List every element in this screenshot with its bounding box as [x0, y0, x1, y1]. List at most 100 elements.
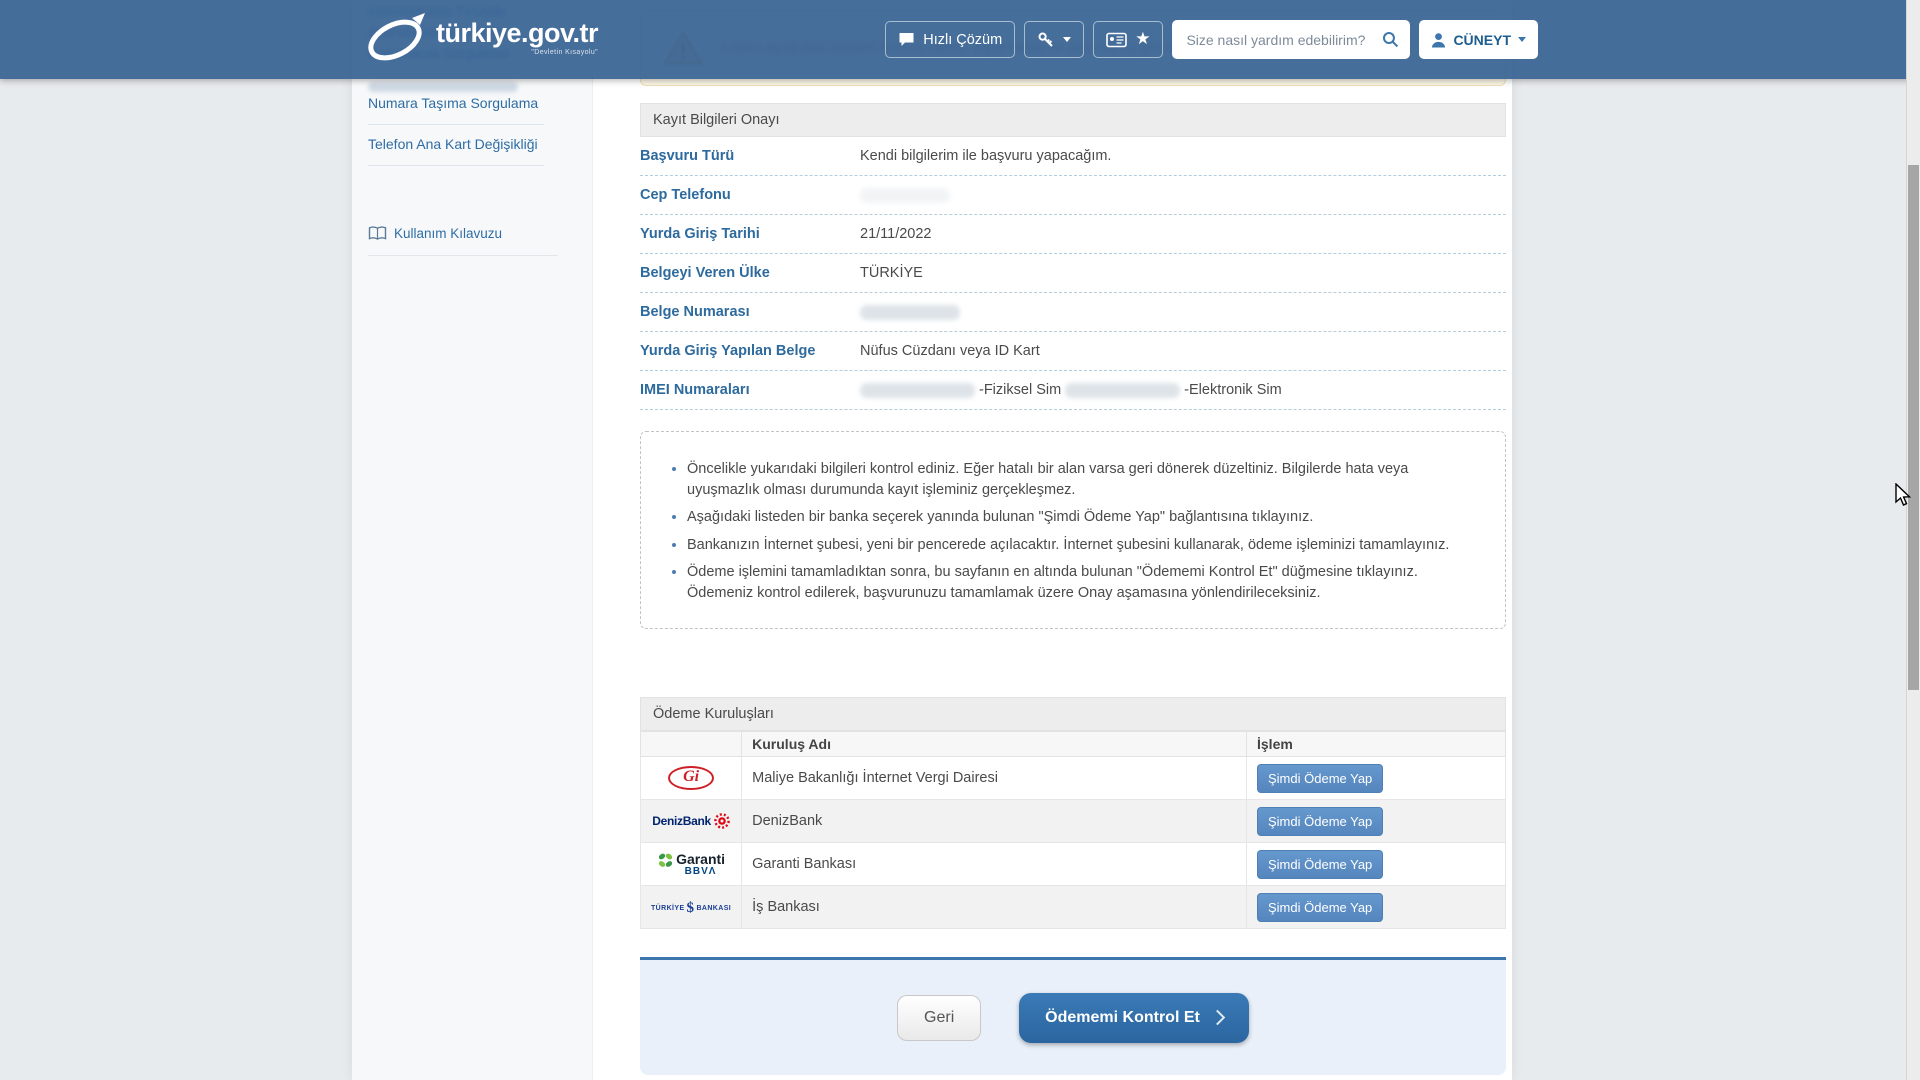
payment-institution-name: İş Bankası	[742, 886, 1247, 929]
form-row-value: 21/11/2022	[860, 226, 932, 242]
user-menu-button[interactable]: CÜNEYT	[1419, 20, 1538, 59]
idcard-favorites-button[interactable]: ★	[1093, 21, 1163, 58]
book-icon	[368, 226, 387, 241]
garanti-logo: GarantiBBVΛ	[657, 852, 725, 877]
info-box: Öncelikle yukarıdaki bilgileri kontrol e…	[640, 431, 1506, 629]
value-text: Kendi bilgilerim ile başvuru yapacağım.	[860, 148, 1111, 164]
footer-action-bar: Geri Ödememi Kontrol Et	[640, 957, 1506, 1075]
payment-logo-cell: Gi	[641, 757, 742, 800]
payment-action-cell: Şimdi Ödeme Yap	[1247, 886, 1506, 929]
form-row: Belge Numarası	[640, 293, 1506, 332]
isbank-logo: TÜRKİYE$BANKASI	[651, 901, 731, 916]
value-text: 21/11/2022	[860, 226, 932, 242]
info-bullet: Öncelikle yukarıdaki bilgileri kontrol e…	[687, 459, 1479, 500]
quick-solution-label: Hızlı Çözüm	[923, 32, 1002, 48]
logo-text: türkiye.gov.tr	[436, 20, 598, 47]
payment-institution-name: DenizBank	[742, 800, 1247, 843]
value-text: Nüfus Cüzdanı veya ID Kart	[860, 343, 1040, 359]
payments-section-title: Ödeme Kuruluşları	[640, 697, 1506, 731]
payment-logo-cell: TÜRKİYE$BANKASI	[641, 886, 742, 929]
form-rows: Başvuru TürüKendi bilgilerim ile başvuru…	[640, 137, 1506, 410]
redacted-value	[860, 305, 960, 320]
header: türkiye.gov.tr "Devletin Kısayolu" Hızlı…	[0, 0, 1920, 79]
payments-col-name: Kuruluş Adı	[742, 732, 1247, 757]
form-row: Yurda Giriş Tarihi21/11/2022	[640, 215, 1506, 254]
form-row-label: Yurda Giriş Yapılan Belge	[640, 343, 860, 359]
user-name: CÜNEYT	[1453, 32, 1511, 48]
sidebar-manual-label: Kullanım Kılavuzu	[394, 226, 502, 241]
payment-action-cell: Şimdi Ödeme Yap	[1247, 843, 1506, 886]
redacted-value	[1065, 383, 1180, 398]
page: { "header": { "logo_text": "türkiye.gov.…	[0, 0, 1920, 1080]
payment-action-cell: Şimdi Ödeme Yap	[1247, 757, 1506, 800]
sidebar-nav: Numara Taşıma SorgulamaTelefon Ana Kart …	[368, 84, 544, 166]
user-icon	[1431, 32, 1446, 48]
payments-col-action: İşlem	[1247, 732, 1506, 757]
form-row-value: -Fiziksel Sim-Elektronik Sim	[860, 382, 1282, 398]
payment-row: TÜRKİYE$BANKASI İş Bankası Şimdi Ödeme Yap	[641, 886, 1506, 929]
chevron-down-icon	[1063, 37, 1071, 42]
form-row-value: Nüfus Cüzdanı veya ID Kart	[860, 343, 1040, 359]
quick-solution-button[interactable]: Hızlı Çözüm	[885, 21, 1015, 58]
form-row-label: IMEI Numaraları	[640, 382, 860, 398]
back-button[interactable]: Geri	[897, 995, 981, 1041]
key-icon	[1037, 31, 1055, 49]
chevron-right-icon	[1210, 1010, 1226, 1026]
form-row: Cep Telefonu	[640, 176, 1506, 215]
form-row-value	[860, 188, 950, 203]
payment-row: Gi Maliye Bakanlığı İnternet Vergi Daires…	[641, 757, 1506, 800]
info-bullet-list: Öncelikle yukarıdaki bilgileri kontrol e…	[659, 459, 1479, 603]
logo-tagline: "Devletin Kısayolu"	[436, 49, 598, 56]
form-row-label: Cep Telefonu	[640, 187, 860, 203]
chevron-down-icon	[1518, 37, 1526, 42]
search-box[interactable]	[1172, 20, 1410, 59]
form-row-value: TÜRKİYE	[860, 265, 923, 281]
form-row-label: Yurda Giriş Tarihi	[640, 226, 860, 242]
pay-now-button[interactable]: Şimdi Ödeme Yap	[1257, 893, 1383, 922]
form-row-value: Kendi bilgilerim ile başvuru yapacağım.	[860, 148, 1111, 164]
form-section-title: Kayıt Bilgileri Onayı	[640, 103, 1506, 137]
id-card-icon	[1106, 32, 1127, 48]
payment-action-cell: Şimdi Ödeme Yap	[1247, 800, 1506, 843]
form-row-label: Başvuru Türü	[640, 148, 860, 164]
garanti-clover-icon	[657, 852, 674, 869]
pay-now-button[interactable]: Şimdi Ödeme Yap	[1257, 850, 1383, 879]
search-input[interactable]	[1184, 31, 1373, 49]
payment-logo-cell: GarantiBBVΛ	[641, 843, 742, 886]
form-row-label: Belgeyi Veren Ülke	[640, 265, 860, 281]
info-bullet: Bankanızın İnternet şubesi, yeni bir pen…	[687, 535, 1479, 556]
chat-bubble-icon	[898, 32, 915, 47]
payment-row: DenizBank DenizBank Şimdi Ödeme Yap	[641, 800, 1506, 843]
key-menu-button[interactable]	[1024, 21, 1084, 58]
edevlet-emblem-icon	[362, 9, 434, 67]
payment-logo-cell: DenizBank	[641, 800, 742, 843]
value-text: -Elektronik Sim	[1184, 382, 1282, 398]
check-payment-label: Ödememi Kontrol Et	[1045, 1009, 1200, 1027]
sidebar-item-user-manual[interactable]: Kullanım Kılavuzu	[368, 214, 558, 256]
search-icon[interactable]	[1382, 31, 1399, 48]
sidebar-item[interactable]: Numara Taşıma Sorgulama	[368, 84, 544, 125]
pay-now-button[interactable]: Şimdi Ödeme Yap	[1257, 764, 1383, 793]
payment-institution-name: Maliye Bakanlığı İnternet Vergi Dairesi	[742, 757, 1247, 800]
check-payment-button[interactable]: Ödememi Kontrol Et	[1019, 993, 1249, 1043]
payment-institution-name: Garanti Bankası	[742, 843, 1247, 886]
sidebar-item[interactable]: Telefon Ana Kart Değişikliği	[368, 125, 544, 166]
gib-logo: Gi	[668, 766, 714, 790]
edevlet-logo[interactable]: türkiye.gov.tr "Devletin Kısayolu"	[362, 9, 598, 67]
star-icon[interactable]: ★	[1135, 31, 1150, 48]
main-content: Kayıt Bilgileri Onayı Başvuru TürüKendi …	[640, 79, 1506, 1075]
info-bullet: Ödeme işlemini tamamladıktan sonra, bu s…	[687, 562, 1479, 603]
payment-row: GarantiBBVΛ Garanti Bankası Şimdi Ödeme Ya…	[641, 843, 1506, 886]
redacted-value	[860, 383, 975, 398]
value-text: TÜRKİYE	[860, 265, 923, 281]
scrollbar[interactable]	[1906, 0, 1920, 1080]
form-row-label: Belge Numarası	[640, 304, 860, 320]
payments-col-logo	[641, 732, 742, 757]
form-row: Yurda Giriş Yapılan BelgeNüfus Cüzdanı v…	[640, 332, 1506, 371]
info-bullet: Aşağıdaki listeden bir banka seçerek yan…	[687, 507, 1479, 528]
form-row: Belgeyi Veren ÜlkeTÜRKİYE	[640, 254, 1506, 293]
scrollbar-thumb[interactable]	[1908, 165, 1919, 690]
form-row: Başvuru TürüKendi bilgilerim ile başvuru…	[640, 137, 1506, 176]
pay-now-button[interactable]: Şimdi Ödeme Yap	[1257, 807, 1383, 836]
payments-header-row: Kuruluş Adı İşlem	[641, 732, 1506, 757]
